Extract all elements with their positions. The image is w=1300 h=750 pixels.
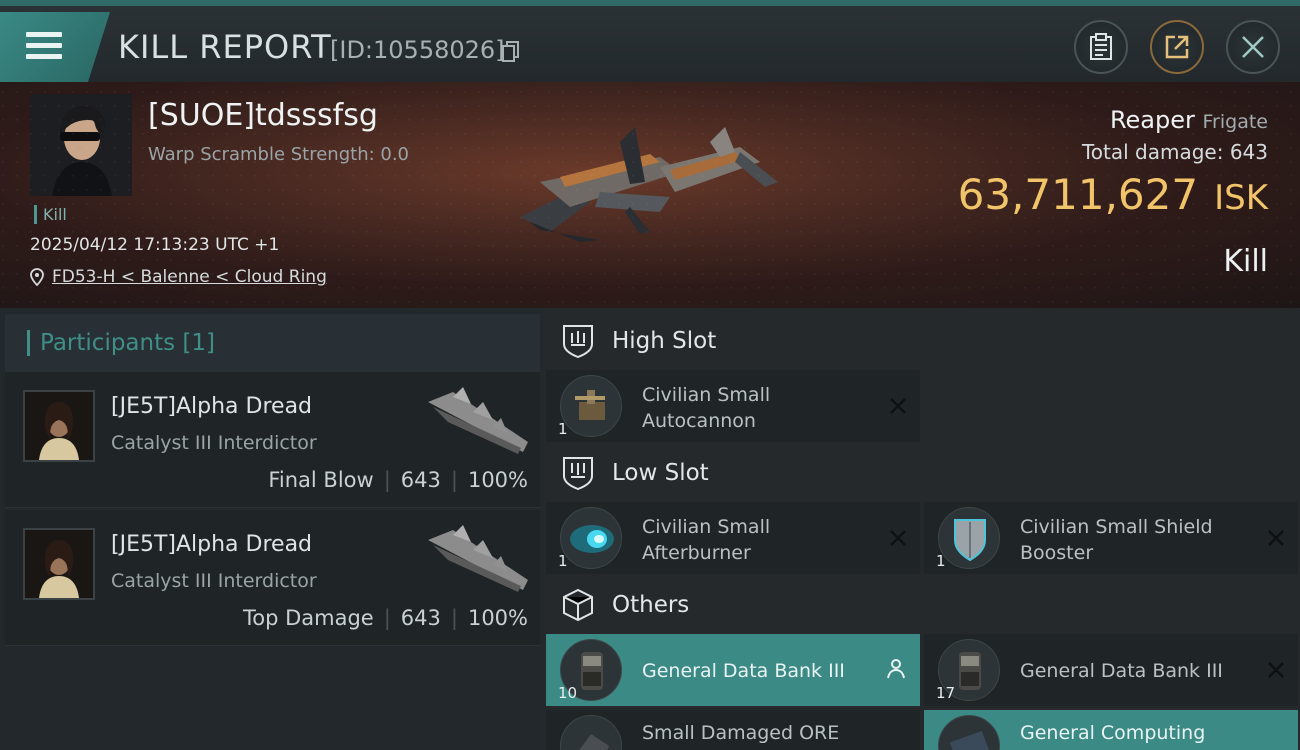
ship-class: Frigate <box>1202 111 1268 133</box>
others-title: Others <box>612 592 690 618</box>
pilot-icon <box>887 659 905 679</box>
item-name-line1: Civilian Small <box>642 516 771 538</box>
fitted-item[interactable]: 1 Civilian Small Shield Booster <box>924 502 1298 574</box>
victim-name[interactable]: [SUOE]tdsssfsg <box>148 98 378 133</box>
high-slot-icon <box>563 325 593 359</box>
cargo-item[interactable]: 17 General Data Bank III <box>924 634 1298 706</box>
victim-banner: [SUOE]tdsssfsg Warp Scramble Strength: 0… <box>0 82 1300 308</box>
item-quantity: 10 <box>558 684 578 702</box>
low-slot-icon <box>563 457 593 491</box>
low-slot-header: Low Slot <box>542 442 1300 504</box>
item-name-line2: Autocannon <box>642 410 756 432</box>
autocannon-icon <box>560 375 622 437</box>
cargo-item[interactable]: 10 General Data Bank III <box>546 634 920 706</box>
victim-portrait[interactable] <box>30 94 132 196</box>
page-title: KILL REPORT <box>118 28 332 66</box>
report-id: [ID:10558026] <box>330 36 505 64</box>
item-name: General Data Bank III <box>1020 660 1223 682</box>
participant-damage: 643 <box>400 468 441 492</box>
kill-tag: Kill <box>34 205 67 224</box>
participant-role: Top Damage <box>242 606 374 630</box>
item-name: General Computing <box>1020 722 1206 744</box>
participant-ship-image <box>428 387 528 454</box>
result-label: Kill <box>1223 244 1268 279</box>
participant-name: [JE5T]Alpha Dread <box>111 532 313 557</box>
cargo-box-icon <box>563 588 593 622</box>
copy-icon[interactable] <box>502 40 520 62</box>
item-name: Small Damaged ORE <box>642 722 840 744</box>
participant-ship-image <box>428 525 528 592</box>
fitted-item[interactable]: 1 Civilian Small Afterburner <box>546 502 920 574</box>
low-slot-title: Low Slot <box>612 460 709 486</box>
computing-icon <box>938 715 1000 750</box>
participant-percent: 100% <box>467 468 528 492</box>
participant-damage: 643 <box>400 606 441 630</box>
location-link[interactable]: FD53-H < Balenne < Cloud Ring <box>52 267 327 287</box>
ship-name[interactable]: Reaper <box>1110 106 1195 134</box>
participants-header: Participants [1] <box>5 314 540 372</box>
destroyed-icon <box>890 530 906 546</box>
participants-label: Participants [1] <box>27 330 215 356</box>
participant-row[interactable]: [JE5T]Alpha Dread Catalyst III Interdict… <box>5 372 540 508</box>
fitting-panel: High Slot 1 Civilian Small Autocannon Lo… <box>542 308 1300 750</box>
item-quantity: 1 <box>936 552 946 570</box>
participant-ship: Catalyst III Interdictor <box>111 570 317 592</box>
ore-icon <box>560 715 622 750</box>
participant-role: Final Blow <box>268 468 374 492</box>
others-header: Others <box>542 574 1300 636</box>
shield-booster-icon <box>938 507 1000 569</box>
afterburner-icon <box>560 507 622 569</box>
share-button[interactable] <box>1150 20 1204 74</box>
participant-avatar <box>23 528 95 600</box>
clipboard-button[interactable] <box>1074 20 1128 74</box>
participant-percent: 100% <box>467 606 528 630</box>
cargo-item[interactable]: General Computing <box>924 710 1298 750</box>
fitted-item[interactable]: 1 Civilian Small Autocannon <box>546 370 920 442</box>
total-damage-label: Total damage: <box>1081 140 1224 164</box>
isk-value: 63,711,627 <box>957 170 1199 219</box>
warp-scramble-strength: Warp Scramble Strength: 0.0 <box>148 144 410 165</box>
item-name-line1: Civilian Small <box>642 384 771 406</box>
destroyed-icon <box>1268 530 1284 546</box>
menu-button[interactable] <box>0 12 110 82</box>
item-name-line2: Afterburner <box>642 542 751 564</box>
total-damage-value: 643 <box>1229 140 1268 164</box>
location[interactable]: FD53-H < Balenne < Cloud Ring <box>30 267 327 287</box>
destroyed-icon <box>890 398 906 414</box>
victim-avatar <box>30 94 132 196</box>
isk-unit: ISK <box>1214 178 1268 218</box>
close-button[interactable] <box>1226 20 1280 74</box>
destroyed-icon <box>1268 662 1284 678</box>
top-bar: KILL REPORT [ID:10558026] <box>0 0 1300 82</box>
item-quantity: 1 <box>558 420 568 438</box>
item-name-line2: Booster <box>1020 542 1094 564</box>
item-quantity: 17 <box>936 684 956 702</box>
participant-name: [JE5T]Alpha Dread <box>111 394 313 419</box>
cargo-item[interactable]: Small Damaged ORE <box>546 710 920 750</box>
participant-avatar <box>23 390 95 462</box>
participant-row[interactable]: [JE5T]Alpha Dread Catalyst III Interdict… <box>5 510 540 646</box>
clipboard-icon <box>1090 33 1112 60</box>
item-quantity: 1 <box>558 552 568 570</box>
participants-panel: Participants [1] [JE5T]Alpha Dread Catal… <box>0 308 542 750</box>
item-name: General Data Bank III <box>642 660 845 682</box>
share-icon <box>1165 35 1189 59</box>
high-slot-title: High Slot <box>612 328 717 354</box>
item-name-line1: Civilian Small Shield <box>1020 516 1213 538</box>
kill-datetime: 2025/04/12 17:13:23 UTC +1 <box>30 235 280 255</box>
hamburger-icon <box>26 32 62 60</box>
participant-ship: Catalyst III Interdictor <box>111 432 317 454</box>
close-icon <box>1242 36 1264 58</box>
high-slot-header: High Slot <box>542 310 1300 372</box>
location-pin-icon <box>30 268 44 286</box>
victim-ship-image[interactable] <box>510 122 790 262</box>
